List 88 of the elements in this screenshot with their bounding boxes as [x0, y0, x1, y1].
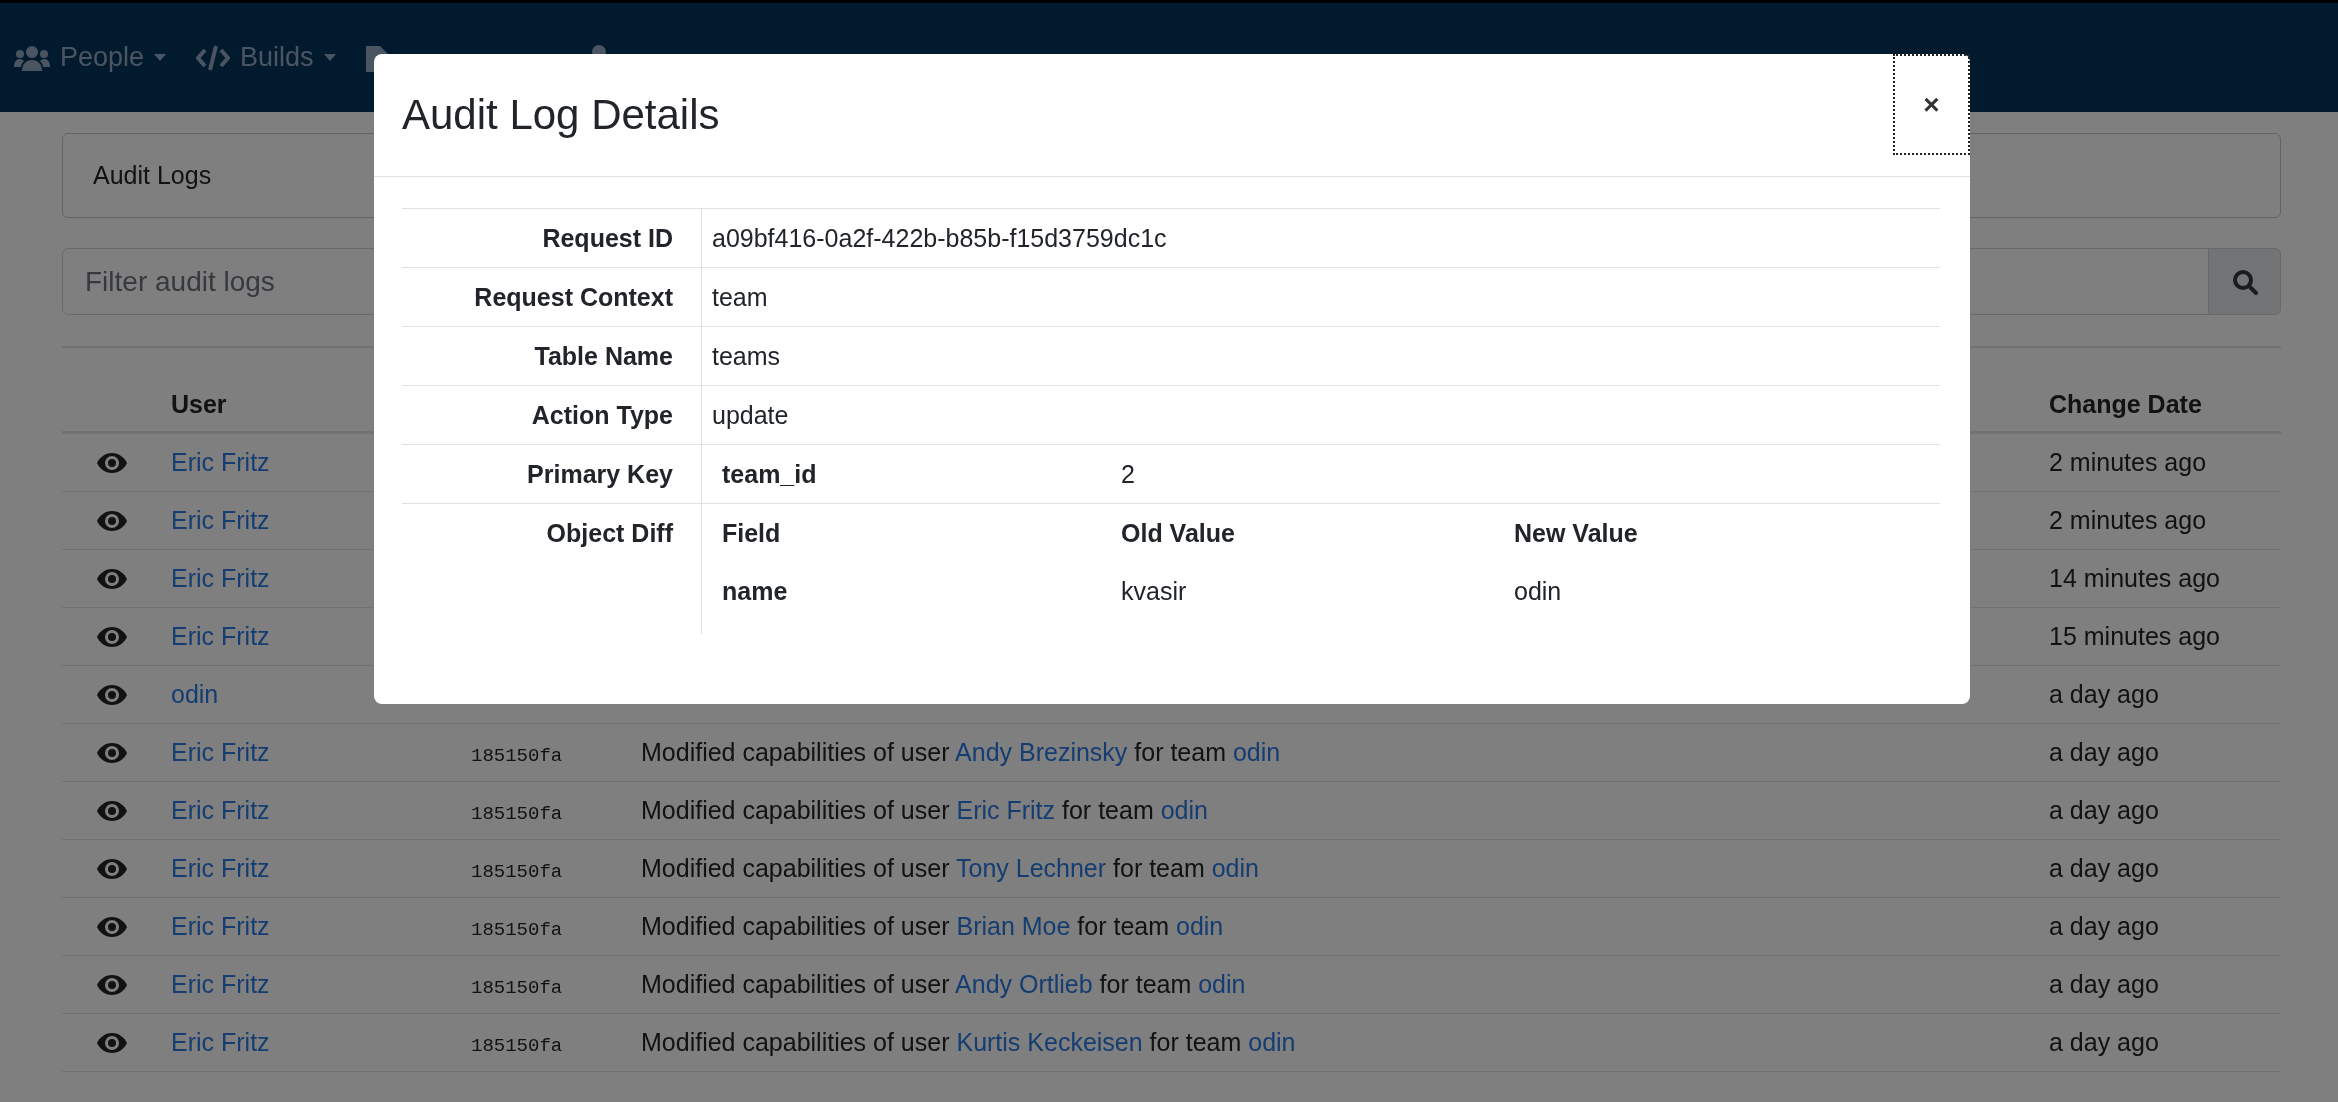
diff-column-header: New Value	[1513, 518, 1639, 548]
commit-sha: 185150fa	[471, 745, 563, 767]
change-date: a day ago	[2049, 912, 2159, 940]
change-date: a day ago	[2049, 680, 2159, 708]
change-date: a day ago	[2049, 854, 2159, 882]
diff-column-header: Field	[721, 518, 782, 548]
link[interactable]: Kurtis Keckeisen	[956, 1028, 1143, 1056]
user-link[interactable]: Eric Fritz	[171, 448, 270, 476]
nav-menu-item[interactable]: People	[14, 42, 167, 73]
search-icon	[2231, 268, 2258, 295]
change-date: a day ago	[2049, 970, 2159, 998]
field-value: a09bf416-0a2f-422b-b85b-f15d3759dc1c	[712, 223, 1167, 253]
field-value: update	[712, 400, 789, 430]
change-date: a day ago	[2049, 738, 2159, 766]
eye-icon[interactable]	[97, 684, 127, 705]
change-date: a day ago	[2049, 1028, 2159, 1056]
link[interactable]: Andy Ortlieb	[955, 970, 1093, 998]
eye-icon[interactable]	[97, 452, 127, 473]
change-date: 15 minutes ago	[2049, 622, 2220, 650]
user-link[interactable]: Eric Fritz	[171, 912, 270, 940]
link[interactable]: odin	[1232, 738, 1281, 766]
link[interactable]: Eric Fritz	[956, 796, 1056, 824]
old-value: kvasir	[1120, 576, 1188, 606]
user-link[interactable]: Eric Fritz	[171, 564, 270, 592]
search-button[interactable]	[2209, 248, 2281, 315]
commit-sha: 185150fa	[471, 803, 563, 825]
link[interactable]: odin	[1198, 970, 1246, 998]
commit-sha: 185150fa	[471, 977, 563, 999]
link[interactable]: odin	[1176, 912, 1224, 940]
eye-icon[interactable]	[97, 568, 127, 589]
caret-icon	[323, 54, 336, 61]
row-description: Modified capabilities of user Andy Brezinsky for team odin	[641, 738, 1281, 766]
row-description: Modified capabilities of user Brian Moe for team odin	[641, 912, 1224, 940]
change-date: 2 minutes ago	[2049, 506, 2207, 534]
user-link[interactable]: Eric Fritz	[171, 506, 270, 534]
eye-icon[interactable]	[97, 626, 127, 647]
key-name: team_id	[721, 459, 818, 489]
column-header: Change Date	[2048, 390, 2203, 419]
field-label: Primary Key	[527, 460, 673, 488]
caret-icon	[154, 54, 167, 61]
eye-icon[interactable]	[97, 916, 127, 937]
key-value: 2	[1120, 459, 1136, 489]
link[interactable]: Andy Brezinsky	[955, 738, 1128, 766]
row-description: Modified capabilities of user Eric Fritz for team odin	[641, 796, 1208, 824]
new-value: odin	[1513, 576, 1563, 606]
link[interactable]: odin	[1160, 796, 1208, 824]
user-link[interactable]: Eric Fritz	[171, 796, 270, 824]
field-value: teams	[712, 341, 781, 371]
commit-sha: 185150fa	[471, 919, 563, 941]
nav-menu-item[interactable]: Builds	[196, 42, 336, 73]
eye-icon[interactable]	[97, 974, 127, 995]
link[interactable]: odin	[1211, 854, 1259, 882]
field-label: Object Diff	[546, 519, 673, 547]
change-date: a day ago	[2049, 796, 2159, 824]
commit-sha: 185150fa	[471, 861, 563, 883]
diff-column-header: Old Value	[1120, 518, 1236, 548]
link[interactable]: odin	[1248, 1028, 1296, 1056]
field-value: team	[712, 282, 768, 312]
column-header: User	[170, 390, 228, 419]
link[interactable]: Tony Lechner	[956, 854, 1107, 882]
code-icon	[196, 44, 231, 71]
eye-icon[interactable]	[97, 858, 127, 879]
user-link[interactable]: Eric Fritz	[171, 738, 270, 766]
diff-field: name	[702, 576, 1101, 606]
user-link[interactable]: Eric Fritz	[171, 622, 270, 650]
modal-title: Audit Log Details	[402, 91, 720, 139]
row-description: Modified capabilities of user Tony Lechner for team odin	[641, 854, 1259, 882]
users-icon	[14, 44, 50, 71]
field-label: Request ID	[542, 224, 673, 252]
user-link[interactable]: Eric Fritz	[171, 1028, 270, 1056]
commit-sha: 185150fa	[471, 1035, 563, 1057]
field-label: Action Type	[531, 401, 673, 429]
change-date: 14 minutes ago	[2049, 564, 2220, 592]
user-link[interactable]: Eric Fritz	[171, 970, 270, 998]
eye-icon[interactable]	[97, 1032, 127, 1053]
card-title: Audit Logs	[93, 161, 212, 190]
field-label: Table Name	[534, 342, 673, 370]
eye-icon[interactable]	[97, 742, 127, 763]
eye-icon[interactable]	[97, 510, 127, 531]
row-description: Modified capabilities of user Andy Ortlieb for team odin	[641, 970, 1246, 998]
eye-icon[interactable]	[97, 800, 127, 821]
change-date: 2 minutes ago	[2049, 448, 2207, 476]
link[interactable]: Brian Moe	[956, 912, 1071, 940]
user-link[interactable]: Eric Fritz	[171, 854, 270, 882]
user-link[interactable]: odin	[171, 680, 219, 708]
row-description: Modified capabilities of user Kurtis Keckeisen for team odin	[641, 1028, 1296, 1056]
close-button[interactable]: ×	[1893, 54, 1970, 155]
field-label: Request Context	[474, 283, 673, 311]
